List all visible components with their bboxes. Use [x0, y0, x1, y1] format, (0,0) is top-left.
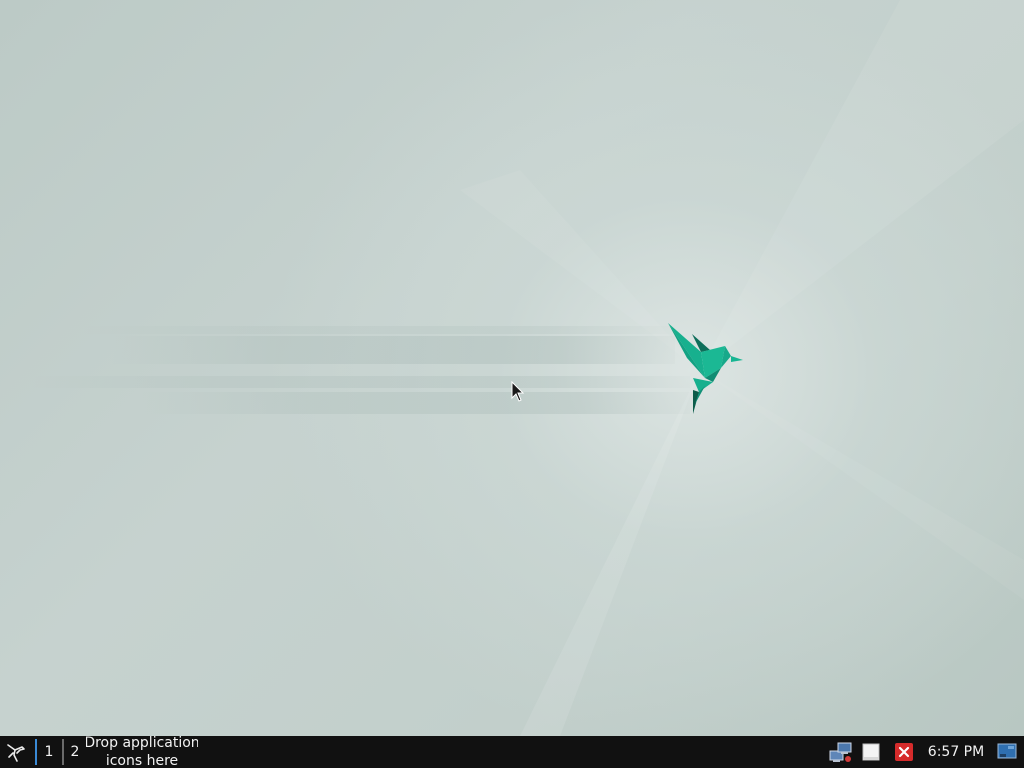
tray-clipboard-button[interactable]: [860, 736, 882, 768]
show-desktop-icon: [997, 743, 1017, 759]
launcher-hint-line2: icons here: [105, 753, 179, 768]
show-desktop-button[interactable]: [996, 736, 1018, 768]
launcher-hint-line1: Drop application: [86, 736, 198, 751]
clipboard-icon: [862, 743, 880, 761]
close-icon: [895, 743, 913, 761]
desktop-wallpaper[interactable]: [0, 0, 1024, 736]
origami-bird-logo: [668, 323, 743, 414]
motion-streak: [110, 336, 675, 364]
motion-streak: [140, 392, 690, 414]
tray-network-button[interactable]: [828, 736, 854, 768]
app-menu-button[interactable]: [2, 736, 30, 768]
mouse-pointer-icon: [511, 381, 525, 402]
clock[interactable]: 6:57 PM: [924, 736, 988, 768]
clock-time: 6:57 PM: [927, 744, 985, 760]
motion-streak: [30, 376, 690, 388]
workspace-1-indicator: [35, 739, 37, 765]
app-menu-icon: [7, 744, 25, 762]
tray-close-button[interactable]: [893, 736, 915, 768]
wallpaper-rays: [460, 0, 1024, 736]
workspace-1-button[interactable]: 1: [42, 736, 56, 768]
taskbar: 1 2 Drop application icons here 6:57 PM: [0, 736, 1024, 768]
workspace-2-label: 2: [70, 744, 80, 760]
launcher-drop-area[interactable]: Drop application icons here: [86, 736, 198, 768]
workspace-2-button[interactable]: 2: [68, 736, 82, 768]
network-icon: [829, 742, 852, 762]
workspace-1-label: 1: [44, 744, 54, 760]
workspace-separator: [62, 739, 64, 765]
motion-streak: [80, 326, 670, 334]
